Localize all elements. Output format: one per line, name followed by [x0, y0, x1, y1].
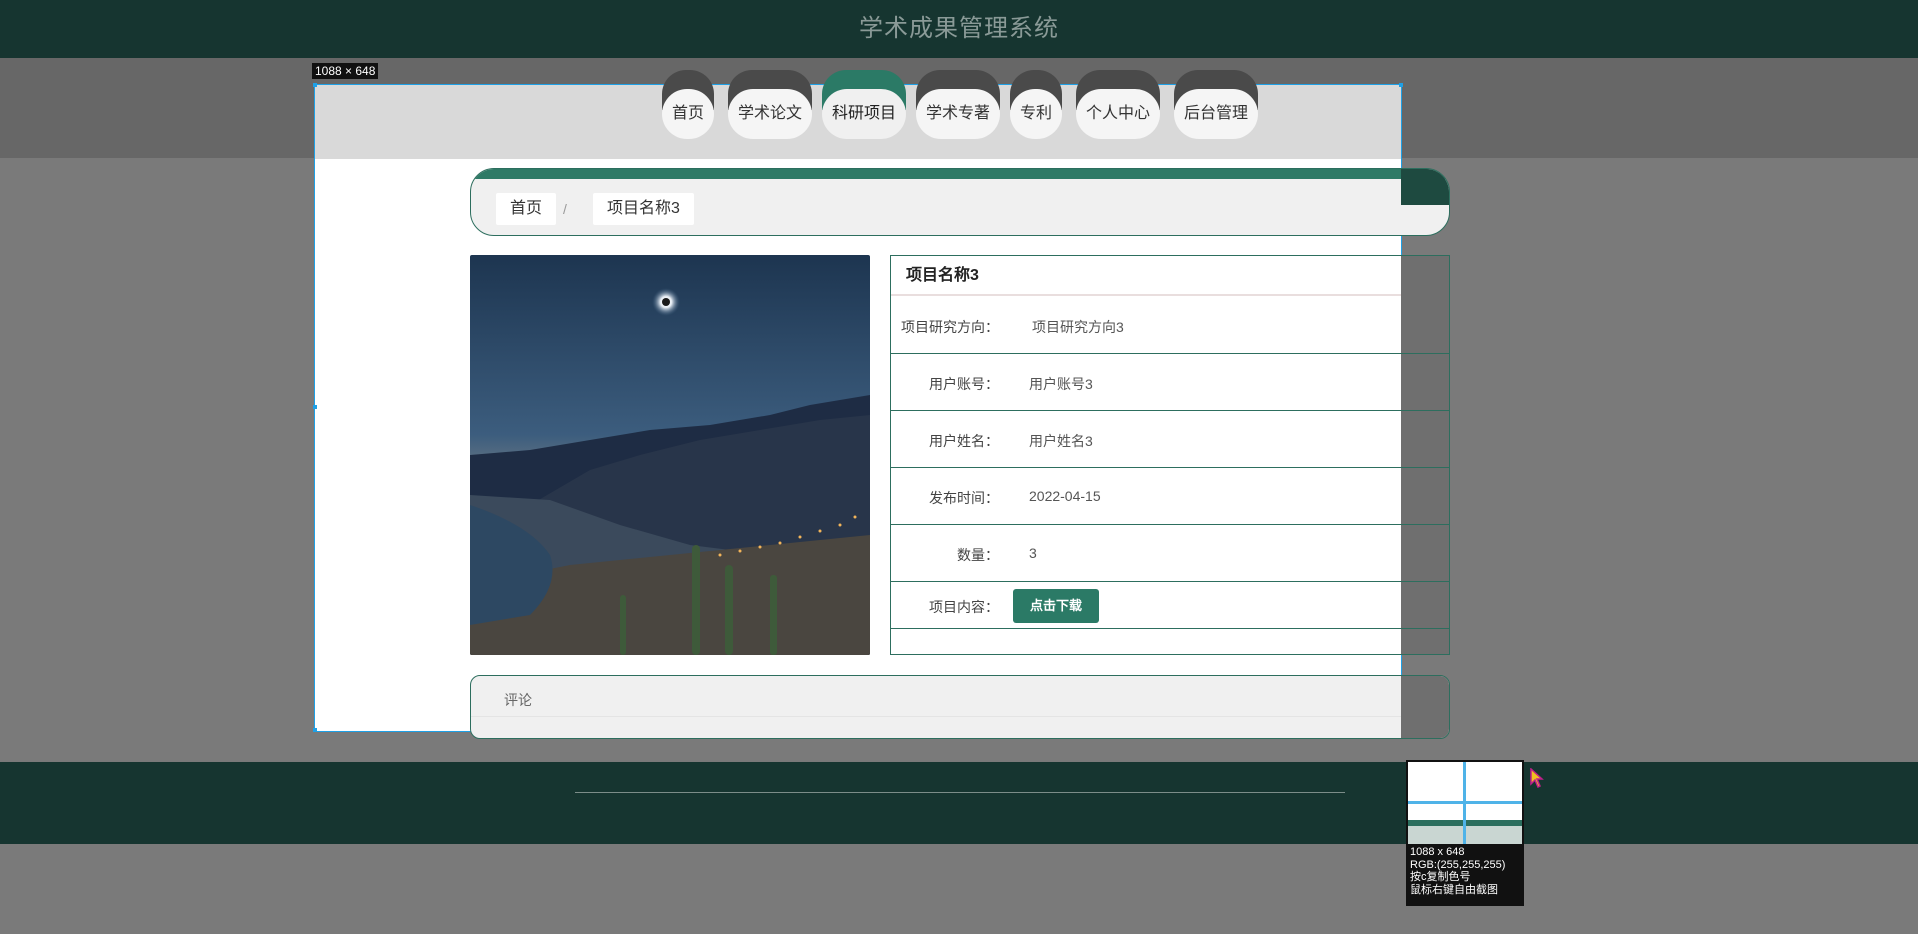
magnifier-rgb: RGB:(255,255,255) [1410, 858, 1506, 871]
site-footer [0, 762, 1918, 844]
comments-panel: 评论 [470, 675, 1450, 739]
nav-item-projects[interactable]: 科研项目 [822, 70, 906, 140]
project-image [470, 255, 870, 655]
nav-item-monographs[interactable]: 学术专著 [916, 70, 1000, 140]
nav-item-home[interactable]: 首页 [662, 70, 714, 140]
divider [471, 716, 1401, 717]
content-row: 项目内容： 点击下载 [891, 582, 1449, 629]
field-label: 项目内容： [929, 599, 999, 615]
field-value: 用户姓名3 [1029, 433, 1093, 449]
project-title: 项目名称3 [891, 256, 1401, 296]
field-row: 发布时间： 2022-04-15 [891, 468, 1449, 525]
breadcrumb-home[interactable]: 首页 [496, 193, 557, 225]
nav-item-admin[interactable]: 后台管理 [1174, 70, 1258, 140]
footer-divider [575, 792, 1345, 793]
capture-magnifier: 1088 x 648 RGB:(255,255,255) 按c复制色号 鼠标右键… [1406, 760, 1524, 906]
field-row: 用户账号： 用户账号3 [891, 354, 1449, 411]
field-value: 用户账号3 [1029, 376, 1093, 392]
nav-item-patents[interactable]: 专利 [1010, 70, 1062, 140]
breadcrumb-separator: / [563, 201, 567, 217]
project-detail: 项目名称3 项目研究方向： 项目研究方向3 用户账号： 用户账号3 用户姓名： … [890, 255, 1450, 655]
comments-label: 评论 [504, 692, 532, 708]
field-label: 项目研究方向： [901, 319, 999, 335]
field-row: 数量： 3 [891, 525, 1449, 582]
page-bottom [0, 844, 1918, 934]
field-row: 用户姓名： 用户姓名3 [891, 411, 1449, 468]
field-value: 2022-04-15 [1029, 488, 1101, 504]
site-header: 学术成果管理系统 [0, 0, 1918, 58]
site-title: 学术成果管理系统 [859, 15, 1059, 42]
selection-handle-bl[interactable] [313, 728, 317, 732]
nav-item-papers[interactable]: 学术论文 [728, 70, 812, 140]
download-button[interactable]: 点击下载 [1013, 589, 1099, 623]
breadcrumb-current: 项目名称3 [593, 193, 694, 225]
magnifier-free-hint: 鼠标右键自由截图 [1410, 883, 1498, 896]
field-label: 用户姓名： [929, 433, 999, 449]
field-label: 数量： [957, 547, 999, 563]
field-label: 发布时间： [929, 490, 999, 506]
magnifier-copy-hint: 按c复制色号 [1410, 871, 1471, 883]
nav-item-profile[interactable]: 个人中心 [1076, 70, 1160, 140]
field-label: 用户账号： [929, 376, 999, 392]
magnifier-size: 1088 x 648 [1410, 846, 1465, 858]
field-value: 3 [1029, 545, 1037, 561]
field-row: 项目研究方向： 项目研究方向3 [891, 298, 1449, 354]
main-nav: 首页 学术论文 科研项目 学术专著 专利 个人中心 后台管理 [0, 70, 1918, 140]
magnifier-zoom [1408, 762, 1522, 844]
selection-handle-ml[interactable] [313, 405, 317, 409]
breadcrumb: 首页 / 项目名称3 [470, 168, 1450, 236]
mouse-cursor-icon [1530, 767, 1544, 793]
magnifier-info: 1088 x 648 RGB:(255,255,255) 按c复制色号 鼠标右键… [1410, 846, 1505, 896]
field-value: 项目研究方向3 [1032, 319, 1124, 335]
